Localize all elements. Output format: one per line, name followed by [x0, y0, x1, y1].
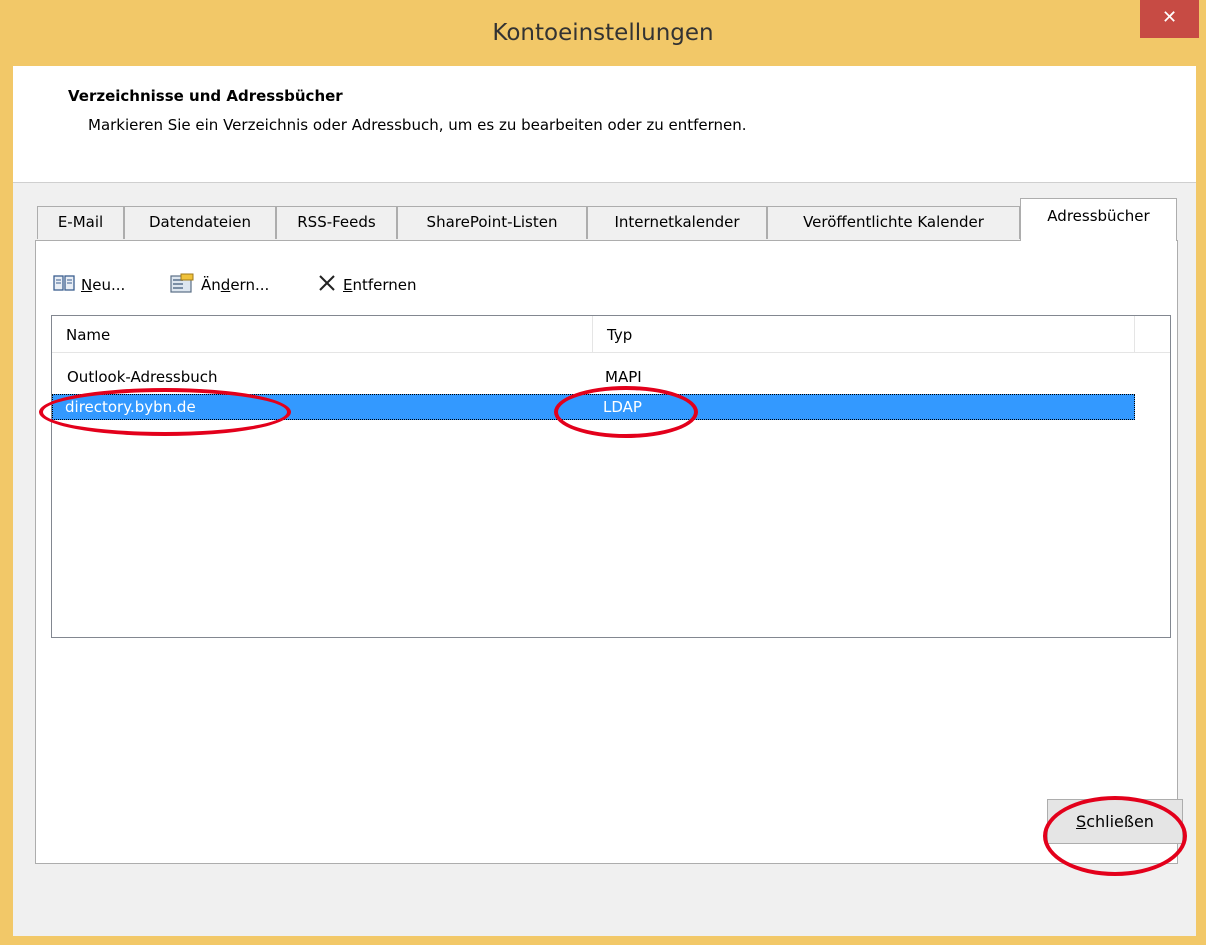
header-description: Markieren Sie ein Verzeichnis oder Adres…	[88, 116, 747, 134]
column-separator[interactable]	[1134, 316, 1135, 352]
list-row[interactable]: Outlook-Adressbuch MAPI	[52, 365, 1135, 391]
close-label-mnemonic: S	[1076, 812, 1087, 831]
close-window-button[interactable]: ✕	[1140, 0, 1199, 38]
change-label-post: ern...	[230, 276, 270, 294]
dialog-header: Verzeichnisse und Adressbücher Markieren…	[13, 66, 1196, 183]
change-address-book-button[interactable]: Än d ern...	[169, 271, 269, 299]
close-label-post: chließen	[1086, 812, 1154, 831]
tab-email[interactable]: E-Mail	[37, 206, 124, 239]
tab-panel-address-books: Neu... Än d ern... E ntfernen Name Typ O…	[35, 240, 1178, 864]
dialog-window: Kontoeinstellungen ✕ Verzeichnisse und A…	[0, 0, 1206, 945]
remove-label-mnemonic: E	[343, 276, 353, 294]
column-header-name[interactable]: Name	[52, 316, 592, 352]
address-book-icon	[53, 274, 81, 296]
remove-address-book-button[interactable]: Entfernen	[317, 271, 417, 299]
change-label-pre: Än	[201, 276, 221, 294]
tab-published-calendars[interactable]: Veröffentlichte Kalender	[767, 206, 1020, 239]
tab-sharepoint-lists[interactable]: SharePoint-Listen	[397, 206, 587, 239]
close-button[interactable]: Schließen	[1047, 799, 1183, 844]
tab-rss-feeds[interactable]: RSS-Feeds	[276, 206, 397, 239]
new-label-mnemonic: N	[81, 276, 93, 294]
row-name: directory.bybn.de	[65, 398, 196, 416]
remove-label-post: ntfernen	[352, 276, 417, 294]
list-header: Name Typ	[52, 316, 1170, 353]
row-type: LDAP	[603, 398, 642, 416]
row-name: Outlook-Adressbuch	[67, 368, 218, 386]
change-address-book-icon	[169, 272, 201, 298]
tab-data-files[interactable]: Datendateien	[124, 206, 276, 239]
address-book-list[interactable]: Name Typ Outlook-Adressbuch MAPI directo…	[51, 315, 1171, 638]
column-header-type[interactable]: Typ	[593, 316, 1134, 352]
new-address-book-button[interactable]: Neu...	[53, 271, 125, 299]
tab-address-books[interactable]: Adressbücher	[1020, 198, 1177, 241]
new-label-post: eu...	[92, 276, 126, 294]
dialog-client-area: Verzeichnisse und Adressbücher Markieren…	[13, 66, 1196, 936]
list-row-selected[interactable]: directory.bybn.de LDAP	[52, 394, 1135, 420]
tab-internet-calendars[interactable]: Internetkalender	[587, 206, 767, 239]
row-type: MAPI	[605, 368, 642, 386]
change-label-mnemonic: d	[220, 276, 231, 294]
window-title: Kontoeinstellungen	[492, 20, 714, 46]
title-bar: Kontoeinstellungen ✕	[0, 0, 1206, 66]
header-title: Verzeichnisse und Adressbücher	[68, 87, 343, 105]
delete-x-icon	[317, 273, 343, 297]
